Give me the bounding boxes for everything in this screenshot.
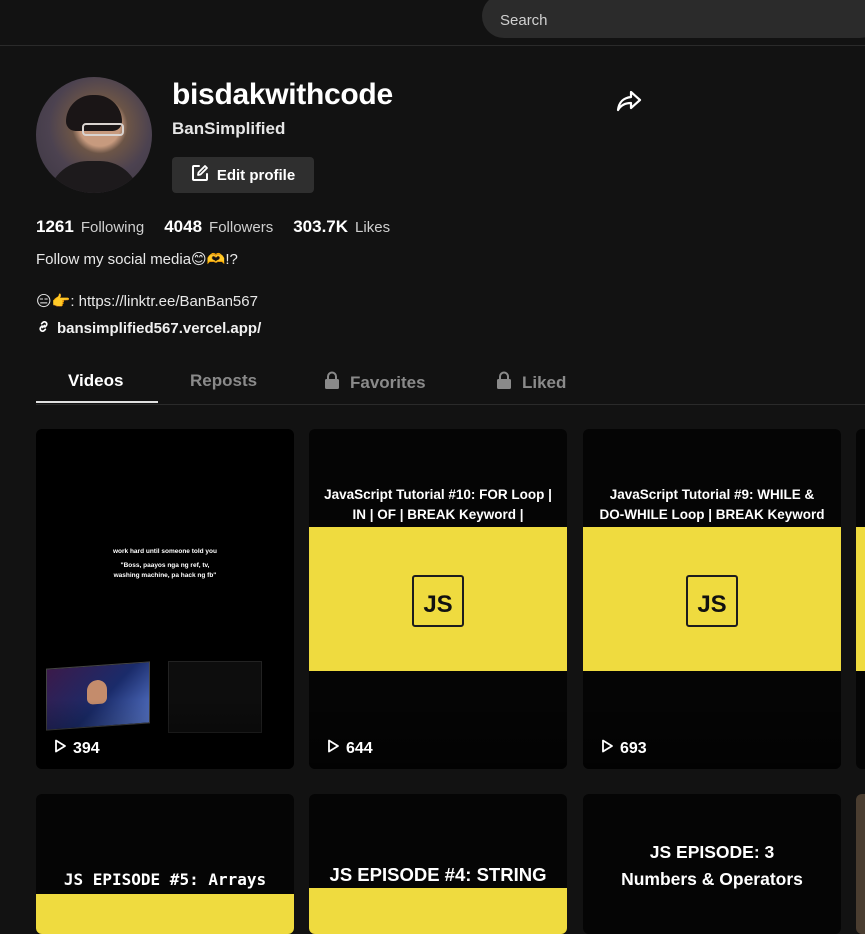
followers-count[interactable]: 4048 [164,217,202,237]
tab-reposts[interactable]: Reposts [190,371,257,391]
video-card[interactable] [856,794,865,934]
profile-nickname: BanSimplified [172,119,286,138]
js-logo: JS [412,575,464,627]
lock-icon [324,371,340,394]
profile-username: bisdakwithcode [172,78,393,111]
website-link-text[interactable]: bansimplified567.vercel.app/ [57,320,261,337]
view-count: 693 [599,738,647,759]
play-icon [325,738,341,759]
video-title: JS EPISODE #5: Arrays [63,870,267,889]
video-caption-line: work hard until someone told you [112,548,217,555]
profile-stats: 1261 Following 4048 Followers 303.7K Lik… [36,217,410,237]
video-title: JavaScript Tutorial #10: FOR Loop | IN |… [309,485,567,525]
video-title-line: JavaScript Tutorial #10: FOR Loop | [324,487,552,502]
video-card[interactable]: JS EPISODE #5: Arrays [36,794,294,934]
video-caption-line: washing machine, pa hack ng fb" [113,572,217,579]
tab-reposts-label: Reposts [190,371,258,390]
tab-favorites[interactable]: Favorites [324,371,426,394]
edit-profile-button[interactable]: Edit profile [172,157,314,193]
avatar[interactable] [36,77,152,193]
video-caption: work hard until someone told you "Boss, … [36,547,294,581]
edit-profile-label: Edit profile [216,166,296,184]
tab-videos[interactable]: Videos [68,371,123,391]
likes-label: Likes [355,219,391,236]
avatar-shirt [48,161,140,193]
following-count[interactable]: 1261 [36,217,74,237]
tab-liked[interactable]: Liked [496,371,566,394]
video-thumbnail-band [309,888,567,934]
video-caption-line: "Boss, paayos nga ng ref, tv, [120,562,210,569]
tab-liked-label: Liked [522,372,567,392]
search-input[interactable] [498,8,862,32]
profile-website-link[interactable]: bansimplified567.vercel.app/ [36,319,261,338]
profile-bio: Follow my social media😊🫶!? [36,251,238,268]
video-title-line: JS EPISODE: 3 [649,842,775,862]
following-label[interactable]: Following [81,219,144,236]
video-title: JavaScript Tutorial #9: WHILE & DO-WHILE… [583,485,841,525]
edit-icon [191,164,209,186]
video-title-line: IN | OF | BREAK Keyword | [352,507,524,522]
top-bar [0,0,865,46]
play-icon [52,738,68,759]
video-thumbnail-band [36,894,294,934]
video-thumbnail-band [856,527,865,671]
video-card[interactable]: work hard until someone told you "Boss, … [36,429,294,769]
view-count-value: 394 [73,739,100,757]
tab-favorites-label: Favorites [350,372,426,392]
video-card[interactable]: JavaScript Tutorial #9: WHILE & DO-WHILE… [583,429,841,769]
js-logo: JS [686,575,738,627]
link-icon [36,319,51,338]
followers-label[interactable]: Followers [209,219,273,236]
video-title: JS EPISODE #4: STRING [329,864,547,885]
video-title-line: Numbers & Operators [621,869,803,889]
search-box[interactable] [482,0,865,38]
video-title-line: JavaScript Tutorial #9: WHILE & [609,487,815,502]
video-card[interactable]: JS EPISODE: 3 Numbers & Operators [583,794,841,934]
profile-bio-link-line: 😑👉: https://linktr.ee/BanBan567 [36,293,258,310]
tab-videos-label: Videos [68,371,124,390]
video-card[interactable]: JavaScript Tutorial #10: FOR Loop | IN |… [309,429,567,769]
video-card[interactable]: JS EPISODE #4: STRING [309,794,567,934]
view-count-value: 644 [346,739,373,757]
video-title-line: DO-WHILE Loop | BREAK Keyword [599,507,825,522]
view-count: 394 [52,738,100,759]
lock-icon [496,371,512,394]
avatar-glasses [82,123,124,136]
video-title: JS EPISODE: 3 Numbers & Operators [583,839,841,893]
view-count: 644 [325,738,373,759]
profile-tabs: Videos Reposts Favorites Liked [36,362,865,405]
share-icon[interactable] [614,86,644,116]
video-card[interactable] [856,429,865,769]
likes-count: 303.7K [293,217,349,236]
play-icon [599,738,615,759]
active-tab-indicator [36,401,158,403]
view-count-value: 693 [620,739,647,757]
